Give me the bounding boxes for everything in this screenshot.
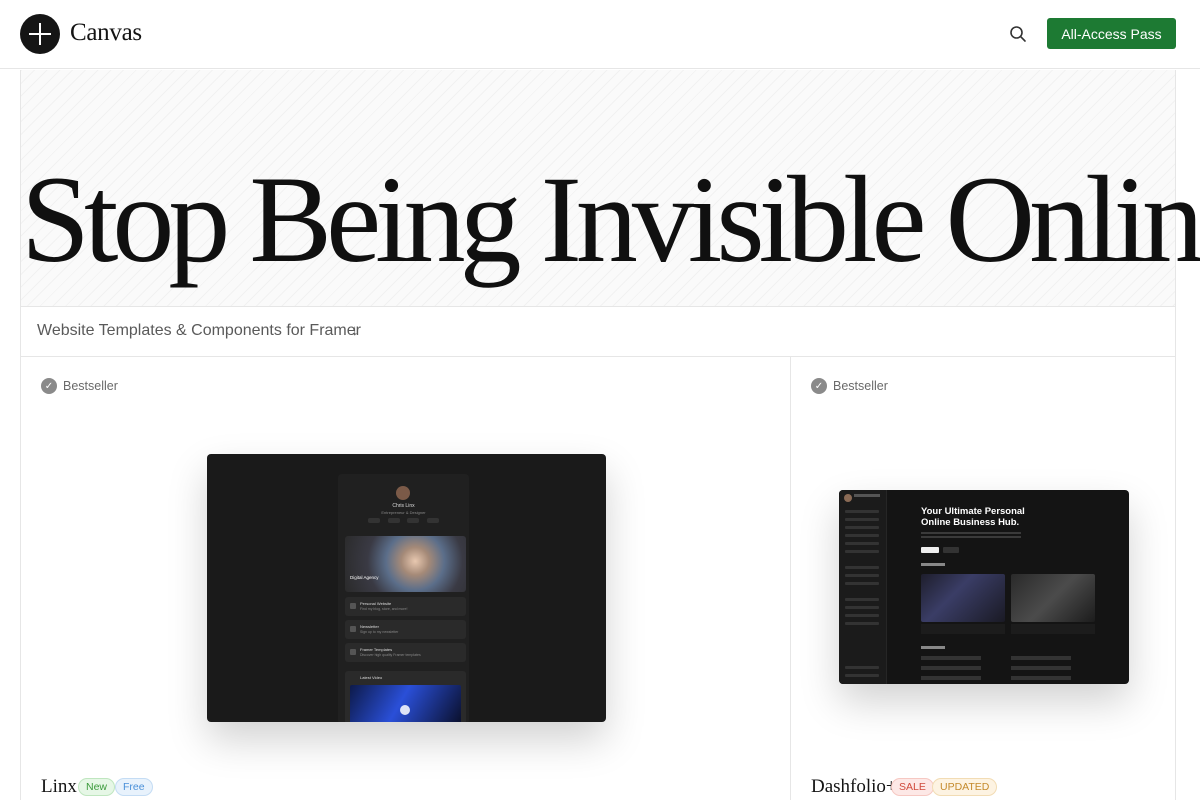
preview-link-item: Newsletter Sign up to my newsletter: [345, 620, 466, 639]
preview-hero-caption: Digital Agency: [350, 575, 379, 580]
template-card-dashfolio[interactable]: ✓ Bestseller Your Ultimate Personal Onli…: [790, 357, 1176, 800]
logo-icon[interactable]: [20, 14, 60, 54]
updated-badge: UPDATED: [932, 778, 998, 796]
tag-label: Bestseller: [63, 379, 118, 393]
preview-sidebar: [839, 490, 887, 684]
free-badge: Free: [115, 778, 153, 796]
sale-badge: SALE: [891, 778, 934, 796]
new-badge: New: [78, 778, 116, 796]
linx-profile-column: Chris Linx Entrepreneur & Designer Digit…: [338, 474, 469, 722]
dashfolio-preview-image[interactable]: Your Ultimate Personal Online Business H…: [839, 490, 1129, 684]
preview-thumbnail: [1011, 574, 1095, 622]
hero-banner: Stop Being Invisible Online: [20, 70, 1200, 306]
preview-social-stats: [368, 518, 439, 524]
templates-subtitle: Website Templates & Components for Frame…: [37, 322, 361, 339]
check-badge-icon: ✓: [41, 378, 57, 394]
bestseller-tag: ✓ Bestseller: [41, 378, 118, 394]
preview-link-item: Framer Templates Discover high quality F…: [345, 643, 466, 662]
templates-subtitle-row[interactable]: Website Templates & Components for Frame…: [20, 306, 1176, 357]
preview-latest-video: Latest Video: [345, 671, 466, 722]
bestseller-tag: ✓ Bestseller: [811, 378, 888, 394]
hero-title: Stop Being Invisible Online: [21, 151, 1200, 288]
search-button[interactable]: [1006, 22, 1030, 46]
preview-profile-role: Entrepreneur & Designer: [381, 510, 426, 515]
play-icon: [400, 705, 410, 715]
preview-hero-image: Digital Agency: [345, 536, 466, 592]
arrow-down-icon: ↓: [351, 322, 359, 339]
preview-title: Your Ultimate Personal Online Business H…: [921, 506, 1025, 528]
site-header: Canvas All-Access Pass: [0, 0, 1200, 69]
brand-name[interactable]: Canvas: [70, 19, 142, 47]
avatar: [396, 486, 410, 500]
template-name[interactable]: Dashfolio+: [811, 776, 897, 798]
template-name[interactable]: Linx: [41, 776, 77, 798]
tag-label: Bestseller: [833, 379, 888, 393]
preview-link-item: Personal Website Find my blog, store, an…: [345, 597, 466, 616]
search-icon: [1010, 26, 1026, 42]
template-card-linx[interactable]: ✓ Bestseller Chris Linx Entrepreneur & D…: [20, 357, 791, 800]
avatar: [844, 494, 852, 502]
linx-preview-image[interactable]: Chris Linx Entrepreneur & Designer Digit…: [207, 454, 606, 722]
preview-thumbnail: [921, 574, 1005, 622]
preview-profile-name: Chris Linx: [392, 503, 415, 509]
check-badge-icon: ✓: [811, 378, 827, 394]
all-access-pass-button[interactable]: All-Access Pass: [1047, 18, 1176, 49]
